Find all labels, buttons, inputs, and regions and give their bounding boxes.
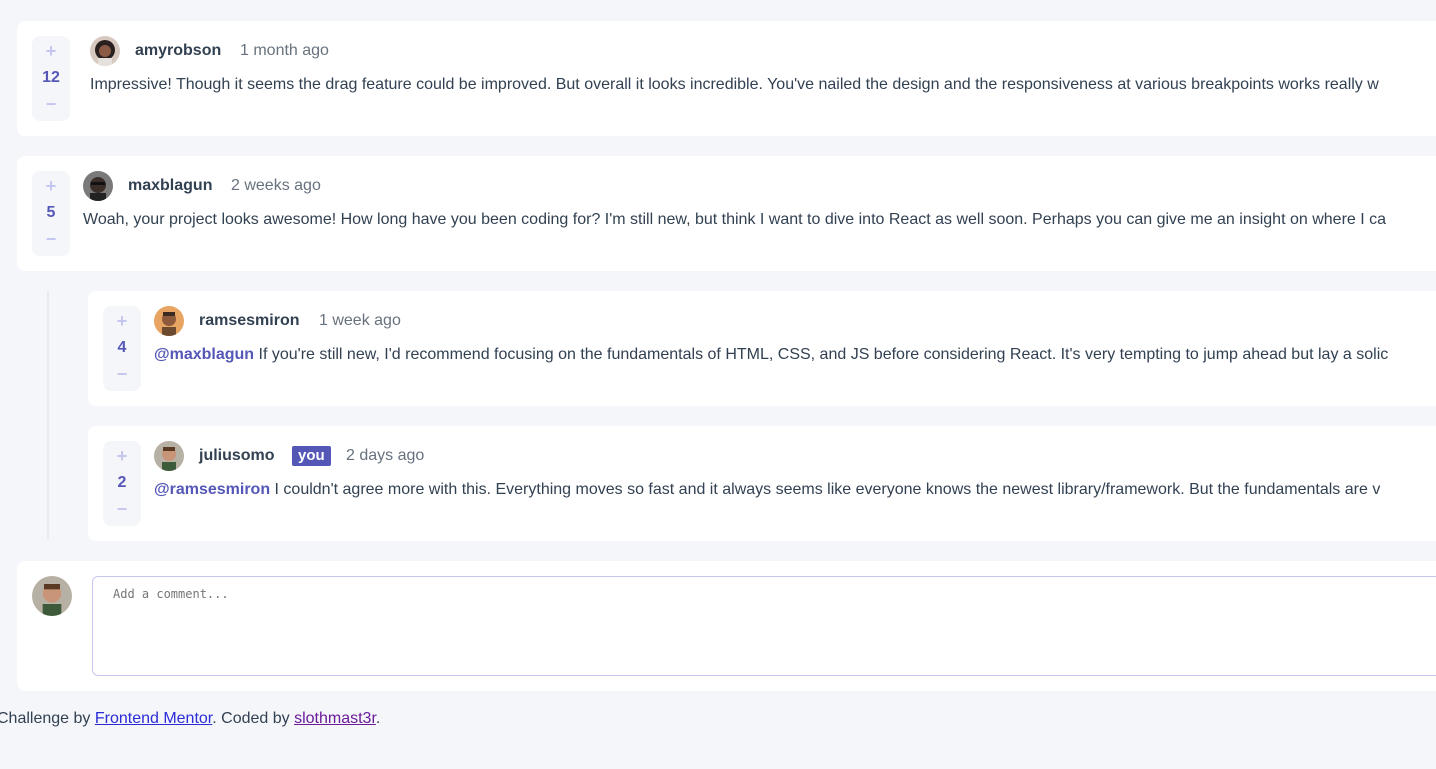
footer-prefix: Challenge by (0, 710, 95, 727)
username[interactable]: ramsesmiron (199, 312, 300, 330)
avatar-image-icon (83, 171, 113, 201)
vote-widget: + 5 − (32, 171, 70, 256)
avatar-image-icon (90, 36, 120, 66)
timestamp: 2 weeks ago (231, 177, 321, 194)
upvote-button[interactable]: + (117, 312, 128, 330)
reply-body: I couldn't agree more with this. Everyth… (270, 481, 1381, 498)
comment-text: Impressive! Though it seems the drag fea… (90, 75, 1379, 95)
avatar (90, 36, 120, 66)
username[interactable]: maxblagun (128, 177, 212, 195)
downvote-button[interactable]: − (117, 500, 128, 518)
vote-score: 5 (46, 203, 56, 221)
comment-body: Impressive! Though it seems the drag fea… (90, 76, 1379, 93)
avatar (154, 306, 184, 336)
downvote-button[interactable]: − (117, 365, 128, 383)
avatar (83, 171, 113, 201)
vote-score: 4 (117, 338, 127, 356)
new-comment-input[interactable] (92, 576, 1436, 676)
timestamp: 2 days ago (346, 447, 425, 464)
username[interactable]: juliusomo (199, 447, 275, 465)
downvote-button[interactable]: − (46, 95, 57, 113)
comment-card: + 12 − amyrobson 1 month ago Impressive!… (17, 21, 1436, 136)
avatar-image-icon (154, 441, 184, 471)
mention-link[interactable]: @ramsesmiron (154, 481, 270, 498)
mention-link[interactable]: @maxblagun (154, 346, 254, 363)
vote-widget: + 2 − (103, 441, 141, 526)
reply-body: If you're still new, I'd recommend focus… (254, 346, 1389, 363)
upvote-button[interactable]: + (117, 447, 128, 465)
frontend-mentor-link[interactable]: Frontend Mentor (95, 710, 212, 727)
vote-widget: + 4 − (103, 306, 141, 391)
reply-card: + 2 − juliusomo you 2 days ago @ramsesmi… (88, 426, 1436, 541)
current-user-avatar (32, 576, 72, 616)
downvote-button[interactable]: − (46, 230, 57, 248)
attribution-footer: Challenge by Frontend Mentor. Coded by s… (0, 710, 380, 728)
timestamp: 1 week ago (319, 312, 401, 329)
reply-text: @maxblagun If you're still new, I'd reco… (154, 345, 1388, 365)
footer-suffix: . (375, 710, 381, 727)
vote-score: 12 (42, 68, 60, 86)
reply-text: @ramsesmiron I couldn't agree more with … (154, 480, 1380, 500)
vote-widget: + 12 − (32, 36, 70, 121)
you-badge: you (292, 446, 331, 466)
username[interactable]: amyrobson (135, 42, 221, 60)
avatar-image-icon (154, 306, 184, 336)
comment-text: Woah, your project looks awesome! How lo… (83, 210, 1386, 230)
avatar (154, 441, 184, 471)
reply-card: + 4 − ramsesmiron 1 week ago @maxblagun … (88, 291, 1436, 406)
comment-body: Woah, your project looks awesome! How lo… (83, 211, 1387, 228)
vote-score: 2 (117, 473, 127, 491)
timestamp: 1 month ago (240, 42, 329, 59)
avatar-image-icon (32, 576, 72, 616)
author-link[interactable]: slothmast3r (294, 710, 376, 727)
comment-card: + 5 − maxblagun 2 weeks ago Woah, your p… (17, 156, 1436, 271)
upvote-button[interactable]: + (46, 177, 57, 195)
reply-thread-line (47, 291, 49, 540)
upvote-button[interactable]: + (46, 42, 57, 60)
footer-middle: . Coded by (212, 710, 295, 727)
